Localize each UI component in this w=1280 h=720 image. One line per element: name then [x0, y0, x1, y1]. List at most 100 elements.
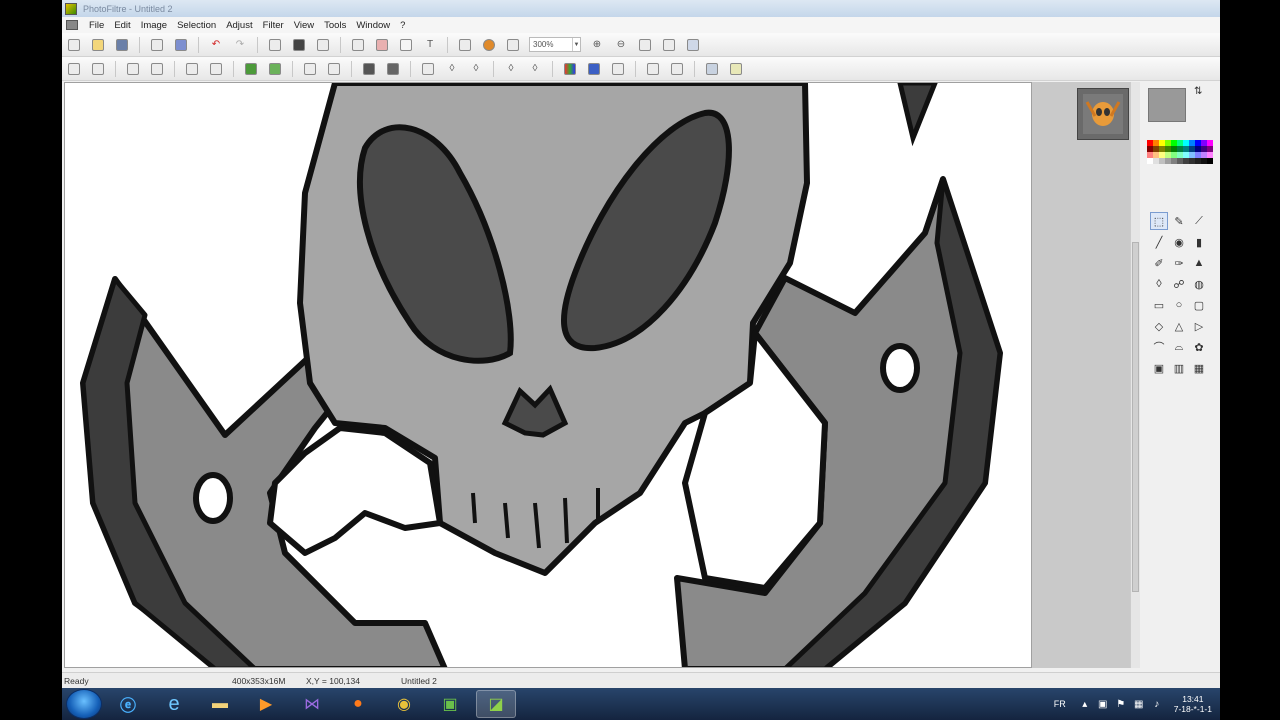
- undo-icon[interactable]: ↶: [208, 37, 224, 53]
- menu-selection[interactable]: Selection: [172, 20, 221, 31]
- drop-alt-icon[interactable]: ◊: [527, 61, 543, 77]
- gradient-tool-icon[interactable]: ▥: [1170, 359, 1188, 377]
- color-balance-icon[interactable]: [586, 61, 602, 77]
- paste-new-icon[interactable]: [374, 37, 390, 53]
- save-icon[interactable]: [114, 37, 130, 53]
- sharpen-icon[interactable]: ◊: [444, 61, 460, 77]
- fit-window-icon[interactable]: [661, 37, 677, 53]
- brush-tool-icon[interactable]: ✐: [1150, 254, 1168, 272]
- contrast-plus-icon[interactable]: [184, 61, 200, 77]
- taskbar-folder-icon[interactable]: ▬: [200, 690, 240, 718]
- zoom-select[interactable]: 300% ▼: [529, 37, 581, 52]
- picker-tool-icon[interactable]: ✎: [1170, 212, 1188, 230]
- rounded-rect-tool-icon[interactable]: ▢: [1190, 296, 1208, 314]
- zoom-out-icon[interactable]: ⊖: [613, 37, 629, 53]
- clone-tool-icon[interactable]: ◍: [1190, 275, 1208, 293]
- auto-contrast-icon[interactable]: [90, 61, 106, 77]
- paste-into-icon[interactable]: [398, 37, 414, 53]
- copy-icon[interactable]: [291, 37, 307, 53]
- menu-image[interactable]: Image: [136, 20, 172, 31]
- advanced-brush-tool-icon[interactable]: ✑: [1170, 254, 1188, 272]
- scan-icon[interactable]: [173, 37, 189, 53]
- blur-tool-icon[interactable]: ◊: [1150, 275, 1168, 293]
- rgb-icon[interactable]: [562, 61, 578, 77]
- tray-flag-icon[interactable]: ⚑: [1115, 698, 1127, 710]
- color-grid[interactable]: [1147, 140, 1213, 180]
- taskbar-firefox-icon[interactable]: ●: [338, 690, 378, 718]
- tray-volume-icon[interactable]: ♪: [1151, 698, 1163, 710]
- blur-icon[interactable]: [420, 61, 436, 77]
- lasso-tool-icon[interactable]: ⌒: [1150, 338, 1168, 356]
- line-tool-icon[interactable]: ╱: [1150, 233, 1168, 251]
- saturation-plus-icon[interactable]: [243, 61, 259, 77]
- saturation-minus-icon[interactable]: [267, 61, 283, 77]
- menu-tools[interactable]: Tools: [319, 20, 351, 31]
- selection-tool-icon[interactable]: ⬚: [1150, 212, 1168, 230]
- color-icon[interactable]: [481, 37, 497, 53]
- vertical-scrollbar[interactable]: [1130, 82, 1140, 668]
- text-icon[interactable]: T: [422, 37, 438, 53]
- soften-icon[interactable]: ◊: [468, 61, 484, 77]
- grayscale-icon[interactable]: [361, 61, 377, 77]
- contrast-minus-icon[interactable]: [208, 61, 224, 77]
- sepia-icon[interactable]: [385, 61, 401, 77]
- gamma-minus-icon[interactable]: [326, 61, 342, 77]
- actual-size-icon[interactable]: [637, 37, 653, 53]
- brightness-minus-icon[interactable]: [149, 61, 165, 77]
- duplicate-icon[interactable]: [350, 37, 366, 53]
- brightness-plus-icon[interactable]: [125, 61, 141, 77]
- flip-icon[interactable]: [610, 61, 626, 77]
- texture-tool-icon[interactable]: ▦: [1190, 359, 1208, 377]
- open-icon[interactable]: [90, 37, 106, 53]
- image-size-icon[interactable]: [457, 37, 473, 53]
- rectangle-tool-icon[interactable]: ▭: [1150, 296, 1168, 314]
- print-icon[interactable]: [149, 37, 165, 53]
- title-bar[interactable]: PhotoFiltre - Untitled 2: [62, 0, 1220, 17]
- rotate-right-icon[interactable]: [728, 61, 744, 77]
- taskbar-chrome-icon[interactable]: ◉: [384, 690, 424, 718]
- menu-help[interactable]: ?: [395, 20, 410, 31]
- foreground-color-swatch[interactable]: [1148, 88, 1186, 122]
- taskbar-ie-icon[interactable]: ⓔ: [108, 690, 148, 718]
- tray-network-icon[interactable]: ▦: [1133, 698, 1145, 710]
- canvas-icon[interactable]: [505, 37, 521, 53]
- smudge-tool-icon[interactable]: ☍: [1170, 275, 1188, 293]
- system-menu-icon[interactable]: [66, 20, 78, 30]
- clock[interactable]: 13:41 7-18-*-1-1: [1174, 694, 1212, 714]
- arrow-tool-icon[interactable]: ▷: [1190, 317, 1208, 335]
- tray-app-icon[interactable]: ▣: [1097, 698, 1109, 710]
- rotate-left-icon[interactable]: [704, 61, 720, 77]
- zoom-in-icon[interactable]: ⊕: [589, 37, 605, 53]
- fill-tool-icon[interactable]: ◉: [1170, 233, 1188, 251]
- triangle-tool-icon[interactable]: △: [1170, 317, 1188, 335]
- start-button[interactable]: [66, 689, 102, 719]
- spray-tool-icon[interactable]: ▮: [1190, 233, 1208, 251]
- cut-icon[interactable]: [267, 37, 283, 53]
- menu-window[interactable]: Window: [351, 20, 395, 31]
- mirror-v-icon[interactable]: [669, 61, 685, 77]
- taskbar-visual-studio-icon[interactable]: ⋈: [292, 690, 332, 718]
- taskbar-photofiltre-icon[interactable]: ◪: [476, 690, 516, 718]
- menu-filter[interactable]: Filter: [258, 20, 289, 31]
- image-canvas[interactable]: [64, 82, 1032, 668]
- taskbar-ie-alt-icon[interactable]: e: [154, 690, 194, 718]
- gamma-plus-icon[interactable]: [302, 61, 318, 77]
- magic-wand-tool-icon[interactable]: ⟋: [1190, 212, 1208, 230]
- taskbar-green-app-icon[interactable]: ▣: [430, 690, 470, 718]
- taskbar-media-player-icon[interactable]: ▶: [246, 690, 286, 718]
- color-swatch[interactable]: [1207, 158, 1213, 164]
- redo-icon[interactable]: ↷: [232, 37, 248, 53]
- mirror-h-icon[interactable]: [645, 61, 661, 77]
- menu-view[interactable]: View: [289, 20, 319, 31]
- fullscreen-icon[interactable]: [685, 37, 701, 53]
- paste-icon[interactable]: [315, 37, 331, 53]
- menu-file[interactable]: File: [84, 20, 109, 31]
- diamond-tool-icon[interactable]: ◇: [1150, 317, 1168, 335]
- menu-adjust[interactable]: Adjust: [221, 20, 257, 31]
- stamp-tool-icon[interactable]: ▲: [1190, 254, 1208, 272]
- new-icon[interactable]: [66, 37, 82, 53]
- ellipse-tool-icon[interactable]: ○: [1170, 296, 1188, 314]
- auto-levels-icon[interactable]: [66, 61, 82, 77]
- scrollbar-thumb[interactable]: [1132, 242, 1139, 592]
- tray-arrow-icon[interactable]: ▴: [1079, 698, 1091, 710]
